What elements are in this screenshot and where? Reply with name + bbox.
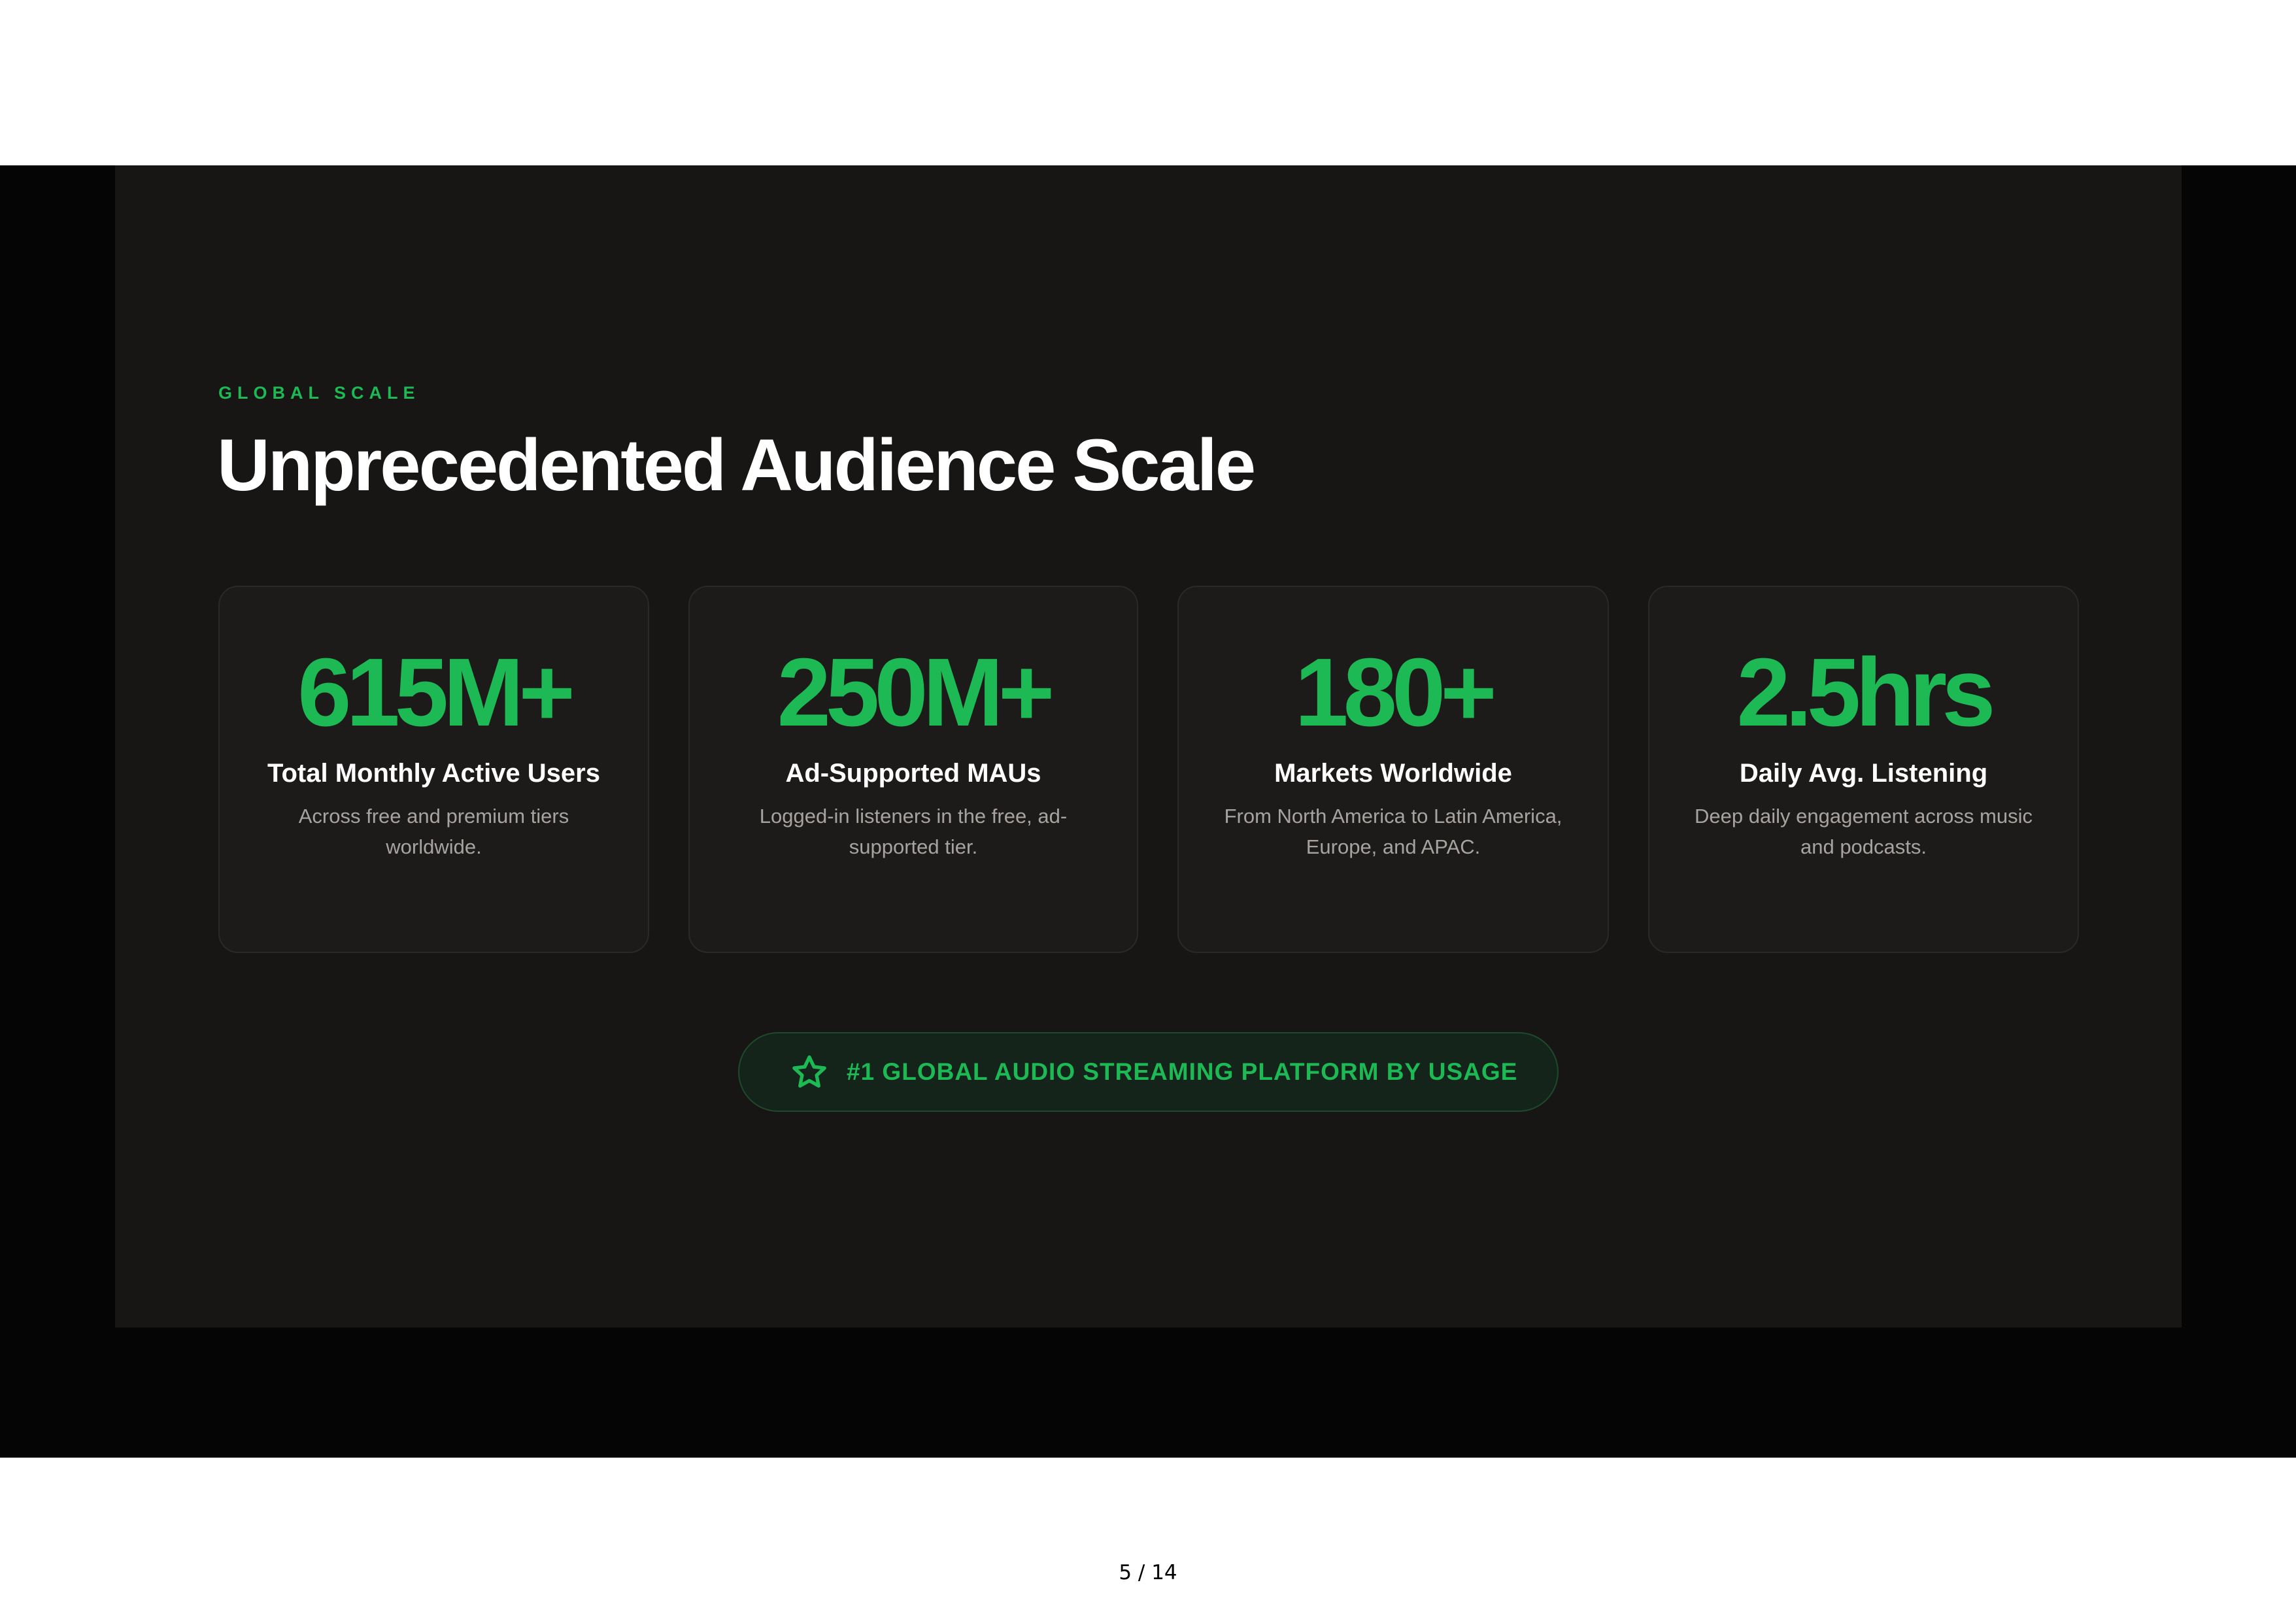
stat-card-daily-listening: 2.5hrs Daily Avg. Listening Deep daily e… xyxy=(1648,586,2079,953)
stat-description: From North America to Latin America, Eur… xyxy=(1224,805,1562,859)
section-eyebrow: GLOBAL SCALE xyxy=(218,383,420,403)
stat-label: Daily Avg. Listening xyxy=(1739,759,1988,788)
slide: GLOBAL SCALE Unprecedented Audience Scal… xyxy=(115,165,2182,1328)
platform-badge-text: #1 GLOBAL AUDIO STREAMING PLATFORM BY US… xyxy=(847,1058,1518,1085)
stat-description: Across free and premium tiers worldwide. xyxy=(298,805,569,859)
stat-card-monthly-active-users: 615M+ Total Monthly Active Users Across … xyxy=(218,586,649,953)
stat-card-markets-worldwide: 180+ Markets Worldwide From North Americ… xyxy=(1177,586,1609,953)
slide-title: Unprecedented Audience Scale xyxy=(217,424,1256,506)
stat-label: Ad-Supported MAUs xyxy=(785,759,1041,788)
presentation-stage: GLOBAL SCALE Unprecedented Audience Scal… xyxy=(0,165,2296,1458)
stat-value: 2.5hrs xyxy=(1736,639,1995,746)
stat-description: Logged-in listeners in the free, ad-supp… xyxy=(759,805,1068,859)
platform-badge: #1 GLOBAL AUDIO STREAMING PLATFORM BY US… xyxy=(738,1032,1559,1112)
stat-label: Total Monthly Active Users xyxy=(267,759,600,788)
stat-description: Deep daily engagement across music and p… xyxy=(1695,805,2033,859)
stat-card-ad-supported-maus: 250M+ Ad-Supported MAUs Logged-in listen… xyxy=(688,586,1138,953)
stat-value: 250M+ xyxy=(777,639,1055,746)
stat-label: Markets Worldwide xyxy=(1274,759,1512,788)
star-icon xyxy=(792,1055,826,1088)
stat-value: 180+ xyxy=(1294,639,1496,746)
stat-value: 615M+ xyxy=(297,639,575,746)
page-counter: 5 / 14 xyxy=(1119,1561,1177,1584)
